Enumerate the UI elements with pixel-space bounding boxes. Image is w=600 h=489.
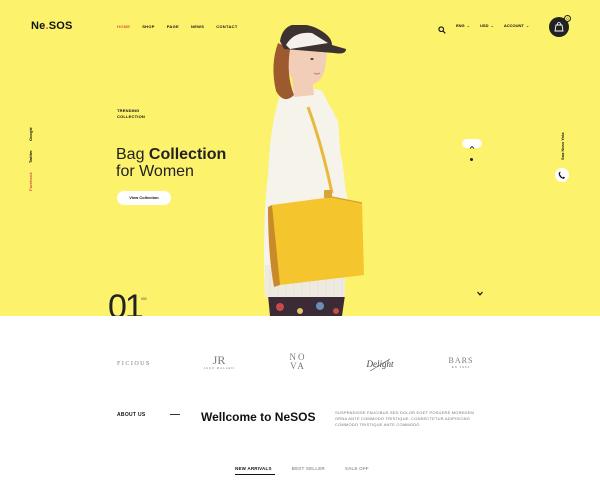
about-label: ABOUT US xyxy=(117,412,146,418)
brand-delight-logo: Delight xyxy=(366,358,394,372)
trending-label: TRENDING COLLECTION xyxy=(117,108,145,120)
brand-bars-mark: BARS xyxy=(448,356,474,365)
phone-label: Sna Noss Yola xyxy=(560,132,565,160)
slide-total: /05 xyxy=(141,296,147,301)
tab-best-seller[interactable]: BEST SELLER xyxy=(292,466,325,471)
social-facebook[interactable]: Facebook xyxy=(28,172,33,191)
chevron-down-icon: ⌄ xyxy=(525,22,530,28)
chevron-down-icon: ⌄ xyxy=(466,22,471,28)
social-twitter[interactable]: Twitter xyxy=(28,150,33,163)
brand-jr-mark: JR xyxy=(212,353,226,367)
phone-button[interactable] xyxy=(555,168,569,182)
brand-bars[interactable]: BARS ES 1961 xyxy=(443,356,479,369)
hero-headline: Bag Collection for Women xyxy=(116,146,226,180)
product-tabs: NEW ARRIVALS BEST SELLER SALE OFF xyxy=(235,466,369,471)
account-label: ACCOUNT xyxy=(503,22,524,28)
social-links: Facebook Twitter Google xyxy=(28,125,38,195)
search-icon[interactable] xyxy=(438,21,446,34)
chevron-down-icon: ⌄ xyxy=(490,22,494,28)
cart-button[interactable]: 0 xyxy=(549,15,571,37)
logo[interactable]: Ne.SOS xyxy=(31,20,73,32)
slide-pager-active[interactable] xyxy=(462,139,482,149)
brand-bars-text: ES 1961 xyxy=(451,365,471,369)
slide-pager-dot[interactable] xyxy=(470,158,473,161)
brand-jack-rallen[interactable]: JR JACK RALLEN xyxy=(201,354,237,370)
about-text: SUSPENDISSE FAUCIBUS SED DOLOR EGET POSU… xyxy=(335,410,475,427)
cart-count-badge: 0 xyxy=(564,15,571,22)
chevron-down-icon[interactable] xyxy=(477,291,483,296)
language-value: ENG xyxy=(456,22,465,28)
view-collection-button[interactable]: View Collection xyxy=(117,191,171,205)
nav-home[interactable]: HOME xyxy=(117,24,130,29)
hero-section: Ne.SOS HOME SHOP PAGE NEWS CONTACT ENG ⌄ … xyxy=(0,0,600,316)
model-image xyxy=(264,25,364,316)
headline-light: Bag xyxy=(116,146,149,163)
nav-shop[interactable]: SHOP xyxy=(142,24,155,29)
headline-line-2: for Women xyxy=(116,163,194,180)
brand-ficious[interactable]: FICIOUS xyxy=(117,361,151,367)
nav-contact[interactable]: CONTACT xyxy=(216,24,237,29)
logo-text-main: Ne xyxy=(31,20,46,32)
about-divider xyxy=(170,414,180,415)
logo-text-rest: SOS xyxy=(48,20,73,32)
currency-value: USD xyxy=(480,22,489,28)
headline-bold: Collection xyxy=(148,146,227,163)
about-title: Wellcome to NeSOS xyxy=(201,410,316,424)
main-nav: HOME SHOP PAGE NEWS CONTACT xyxy=(117,24,238,29)
tab-sale-off[interactable]: SALE OFF xyxy=(345,466,369,471)
active-tab-underline xyxy=(235,474,275,475)
brand-nova-line-2: VA xyxy=(290,361,306,371)
account-menu[interactable]: ACCOUNT ⌄ xyxy=(504,23,529,28)
tab-new-arrivals[interactable]: NEW ARRIVALS xyxy=(235,466,272,471)
nav-news[interactable]: NEWS xyxy=(191,24,204,29)
currency-select[interactable]: USD ⌄ xyxy=(480,23,494,28)
slide-number: 01 xyxy=(108,288,144,316)
brand-jr-text: JACK RALLEN xyxy=(203,366,235,370)
trending-line-2: COLLECTION xyxy=(117,114,145,119)
brand-delight-text: Delight xyxy=(366,359,394,369)
nav-page[interactable]: PAGE xyxy=(167,24,179,29)
social-google[interactable]: Google xyxy=(28,127,33,141)
brand-delight[interactable]: Delight xyxy=(360,351,400,377)
chevron-up-icon xyxy=(469,145,475,149)
language-select[interactable]: ENG ⌄ xyxy=(456,23,470,28)
phone-icon xyxy=(558,171,565,179)
brand-nova[interactable]: NO VA xyxy=(287,353,309,371)
brand-logos: FICIOUS JR JACK RALLEN NO VA Delight BAR… xyxy=(0,345,600,385)
header-tools: ENG ⌄ USD ⌄ ACCOUNT ⌄ xyxy=(438,21,529,34)
